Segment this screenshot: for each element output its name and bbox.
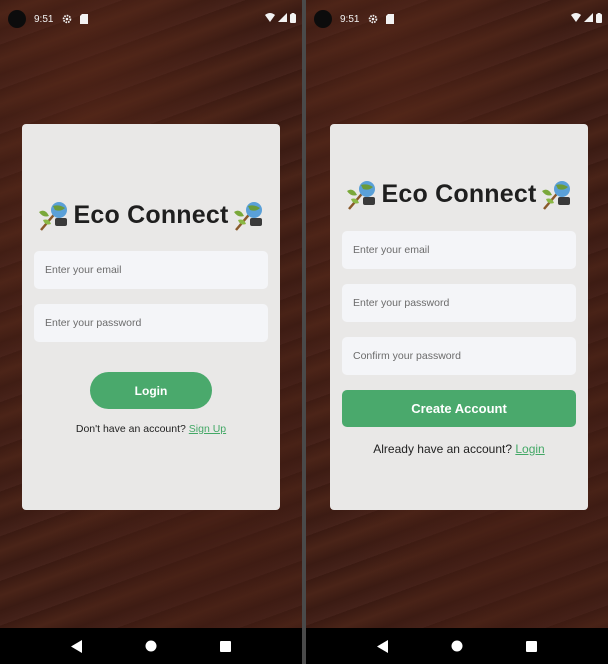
- settings-icon: [62, 14, 72, 24]
- password-input[interactable]: [34, 304, 268, 342]
- login-prompt: Already have an account? Login: [330, 442, 588, 456]
- login-link[interactable]: Login: [515, 442, 544, 456]
- eco-emoji-icon: [345, 177, 379, 211]
- status-time: 9:51: [34, 13, 54, 25]
- home-icon[interactable]: [449, 638, 465, 654]
- status-bar: 9:51: [0, 4, 302, 34]
- camera-cutout: [314, 10, 332, 28]
- navigation-bar: [306, 628, 608, 664]
- camera-cutout: [8, 10, 26, 28]
- login-button[interactable]: Login: [90, 372, 212, 409]
- settings-icon: [368, 14, 378, 24]
- confirm-password-input[interactable]: [342, 337, 576, 375]
- sd-card-icon: [385, 14, 395, 24]
- password-input[interactable]: [342, 284, 576, 322]
- email-input[interactable]: [342, 231, 576, 269]
- brand-header: Eco Connect: [22, 198, 280, 232]
- status-time: 9:51: [340, 13, 360, 25]
- signup-prompt: Don't have an account? Sign Up: [22, 423, 280, 435]
- signup-screen: 9:51 Eco Connect Enter your email Create…: [306, 0, 608, 664]
- login-screen: 9:51 Eco Connect Enter your email Login …: [0, 0, 302, 664]
- wifi-icon: [571, 13, 581, 25]
- signup-link[interactable]: Sign Up: [189, 423, 226, 435]
- navigation-bar: [0, 628, 302, 664]
- battery-icon: [290, 12, 296, 26]
- battery-icon: [596, 12, 602, 26]
- signal-icon: [278, 13, 287, 25]
- signal-icon: [584, 13, 593, 25]
- brand-title: Eco Connect: [381, 179, 537, 208]
- back-icon[interactable]: [69, 638, 85, 654]
- eco-emoji-icon: [232, 198, 266, 232]
- brand-title: Eco Connect: [73, 200, 229, 229]
- wifi-icon: [265, 13, 275, 25]
- signup-prompt-text: Don't have an account?: [75, 423, 186, 435]
- recents-icon[interactable]: [523, 638, 539, 654]
- eco-emoji-icon: [540, 177, 574, 211]
- login-prompt-text: Already have an account?: [373, 442, 513, 456]
- email-input[interactable]: [34, 251, 268, 289]
- status-bar: 9:51: [306, 4, 608, 34]
- back-icon[interactable]: [375, 638, 391, 654]
- brand-header: Eco Connect: [330, 177, 588, 211]
- signup-card: Eco Connect Create Account Already have …: [330, 124, 588, 510]
- sd-card-icon: [79, 14, 89, 24]
- recents-icon[interactable]: [217, 638, 233, 654]
- login-card: Eco Connect Login Don't have an account?…: [22, 124, 280, 510]
- create-account-button[interactable]: Create Account: [342, 390, 576, 427]
- home-icon[interactable]: [143, 638, 159, 654]
- eco-emoji-icon: [37, 198, 71, 232]
